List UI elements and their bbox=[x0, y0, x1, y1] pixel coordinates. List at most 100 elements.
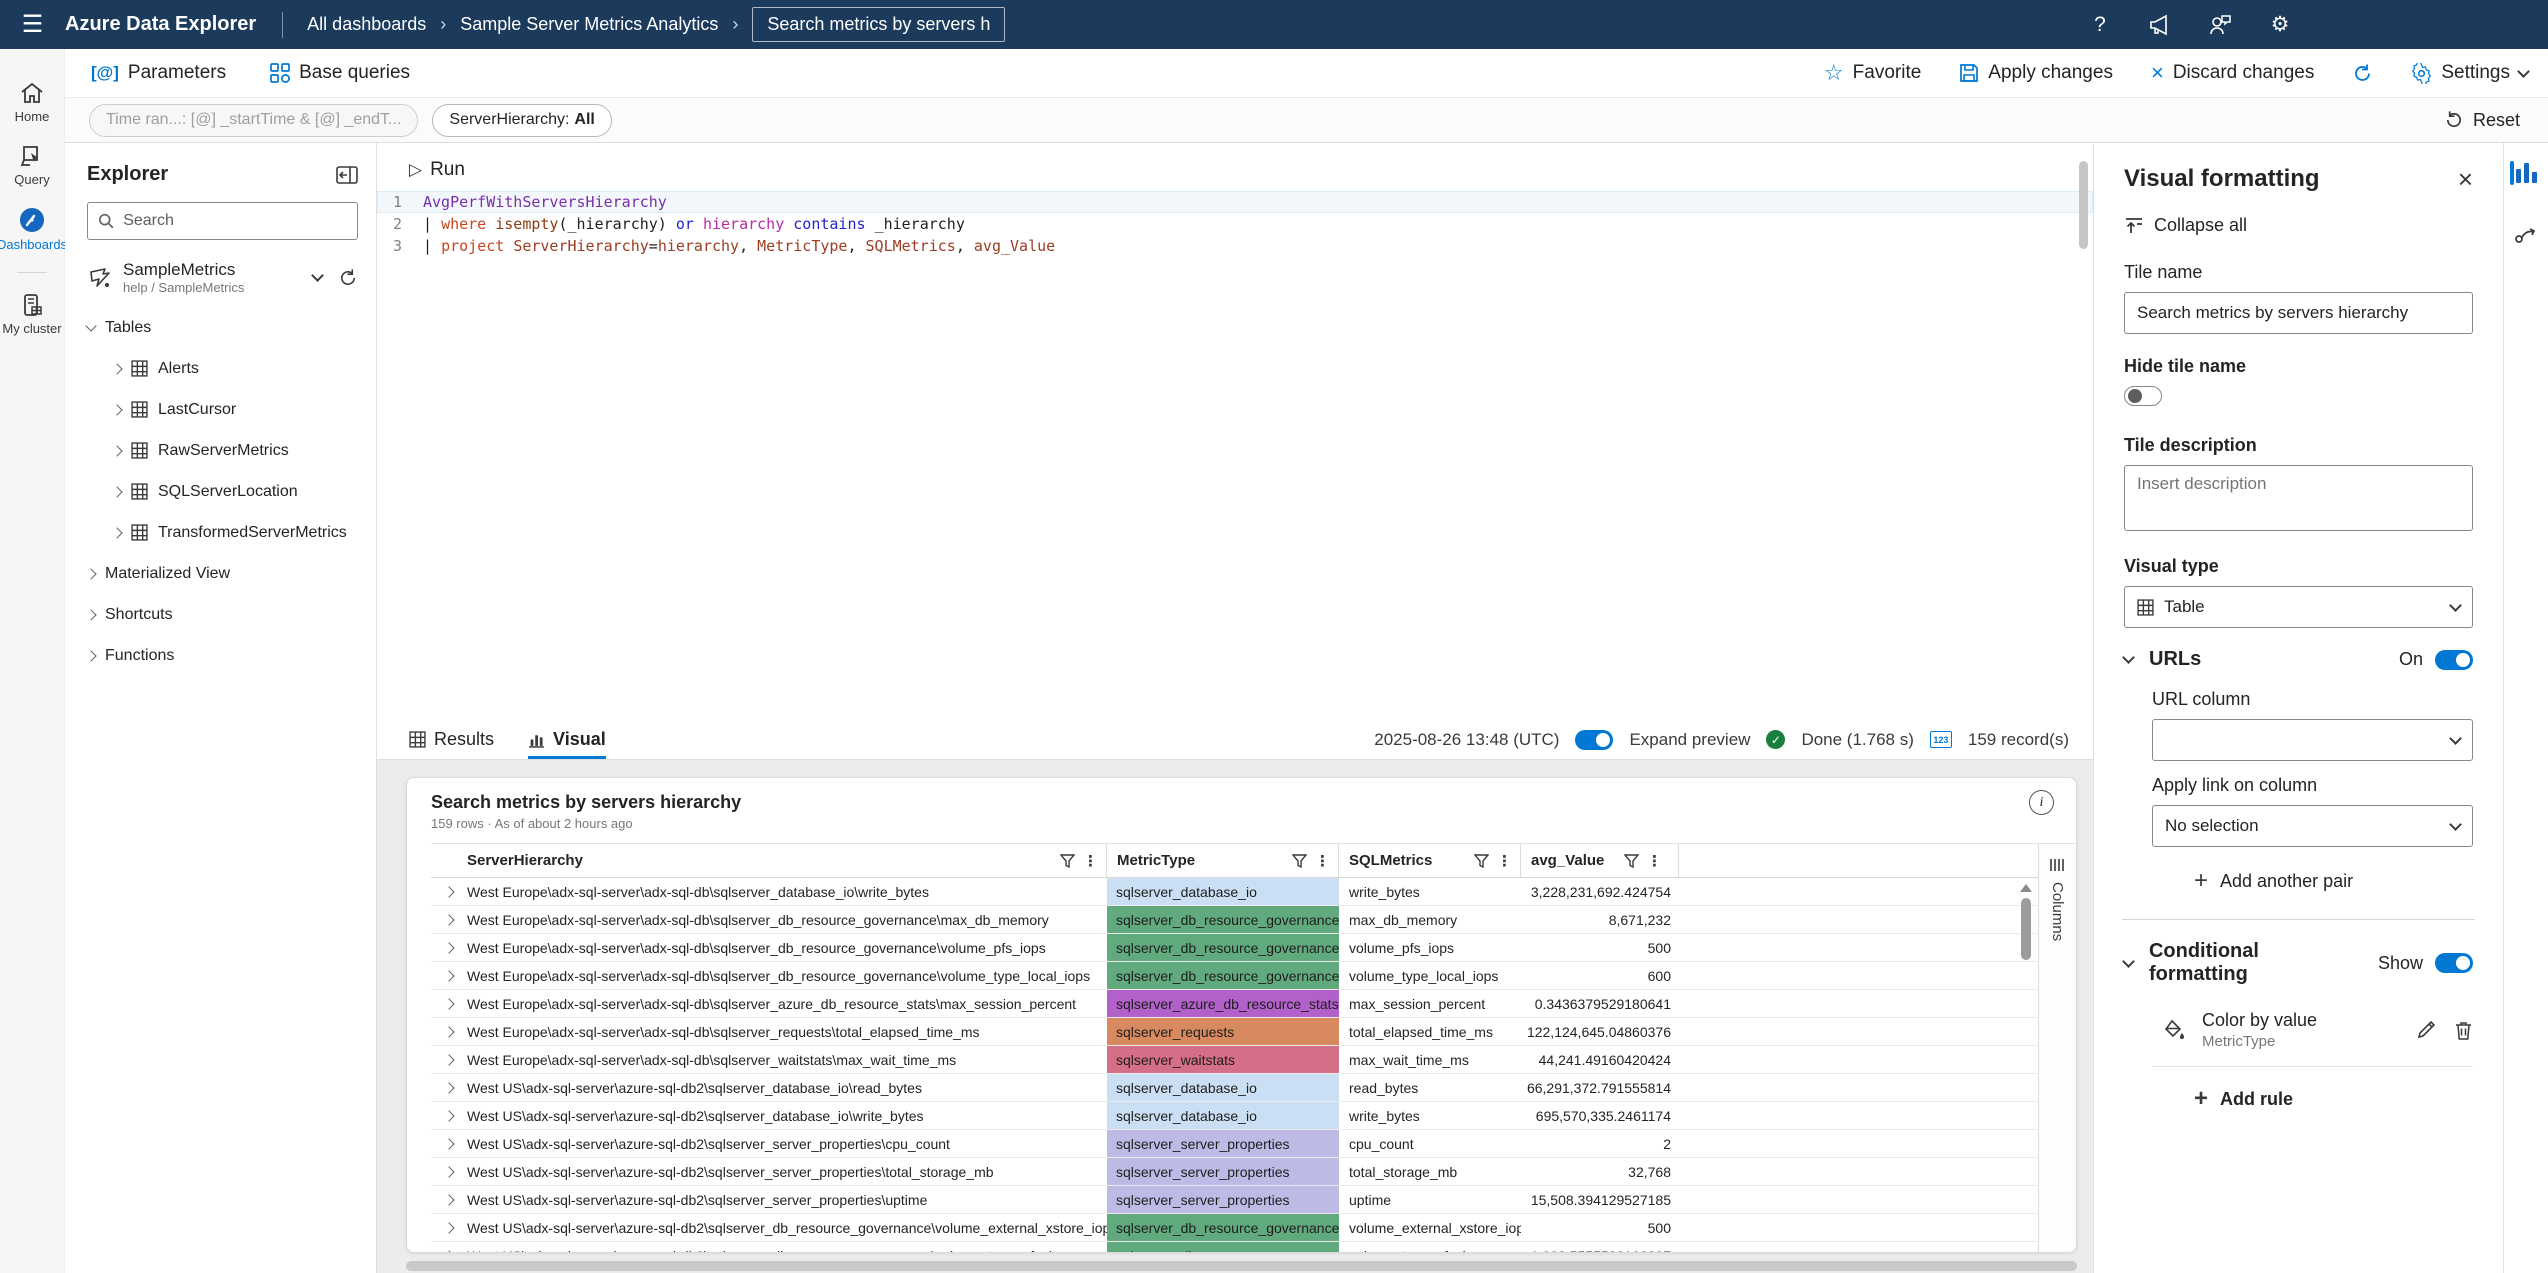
conditional-toggle[interactable] bbox=[2435, 953, 2473, 973]
conditional-formatting-header[interactable]: Conditional formatting Show bbox=[2122, 940, 2473, 986]
expand-preview-toggle[interactable] bbox=[1575, 729, 1614, 750]
cluster-row[interactable]: SampleMetrics help / SampleMetrics bbox=[87, 256, 358, 307]
apply-changes-button[interactable]: Apply changes bbox=[1959, 62, 2113, 84]
column-menu-icon[interactable]: ⋮ bbox=[1647, 852, 1662, 870]
urls-toggle[interactable] bbox=[2435, 649, 2473, 670]
explorer-table-item[interactable]: RawServerMetrics bbox=[87, 430, 358, 471]
code-line[interactable]: 1 AvgPerfWithServersHierarchy bbox=[377, 191, 2093, 213]
row-expander-icon[interactable] bbox=[443, 997, 455, 1010]
info-icon[interactable]: i bbox=[2029, 790, 2054, 815]
tree-group-tables[interactable]: Tables bbox=[85, 307, 358, 348]
nav-home[interactable]: Home bbox=[0, 75, 64, 130]
search-input[interactable] bbox=[123, 212, 347, 230]
visual-formatting-tab[interactable] bbox=[2504, 157, 2548, 189]
base-queries-button[interactable]: Base queries bbox=[270, 62, 410, 84]
table-row[interactable]: West Europe\adx-sql-server\adx-sql-db\sq… bbox=[431, 1018, 2038, 1046]
table-row[interactable]: West US\adx-sql-server\azure-sql-db2\sql… bbox=[431, 1214, 2038, 1242]
server-hierarchy-filter-pill[interactable]: ServerHierarchy: All bbox=[432, 103, 612, 137]
parameters-button[interactable]: [@] Parameters bbox=[91, 62, 226, 84]
col-header-serverhierarchy[interactable]: ServerHierarchy ⋮ bbox=[467, 844, 1107, 877]
database-chevron-down-icon[interactable] bbox=[311, 269, 324, 282]
time-range-filter-pill[interactable]: Time ran...: [@] _startTime & [@] _endT.… bbox=[89, 103, 419, 137]
urls-section-header[interactable]: URLs On bbox=[2122, 648, 2473, 671]
table-row[interactable]: West US\adx-sql-server\azure-sql-db2\sql… bbox=[431, 1186, 2038, 1214]
preview-horizontal-scrollbar[interactable] bbox=[406, 1261, 2077, 1271]
column-menu-icon[interactable]: ⋮ bbox=[1083, 852, 1098, 870]
query-editor[interactable]: ▷ Run 1 AvgPerfWithServersHierarchy 2 | whe… bbox=[377, 143, 2093, 720]
edit-pencil-icon[interactable] bbox=[2416, 1020, 2436, 1040]
table-row[interactable]: West US\adx-sql-server\azure-sql-db2\sql… bbox=[431, 1074, 2038, 1102]
interactions-tab[interactable] bbox=[2504, 219, 2548, 251]
row-expander-icon[interactable] bbox=[443, 1025, 455, 1038]
row-expander-icon[interactable] bbox=[443, 1109, 455, 1122]
filter-funnel-icon[interactable] bbox=[1474, 853, 1489, 868]
tab-visual[interactable]: Visual bbox=[528, 720, 606, 759]
add-another-pair-button[interactable]: + Add another pair bbox=[2194, 869, 2473, 893]
table-row[interactable]: West US\adx-sql-server\azure-sql-db2\sql… bbox=[431, 1242, 2038, 1252]
run-button[interactable]: ▷ Run bbox=[377, 153, 2093, 191]
col-header-metrictype[interactable]: MetricType ⋮ bbox=[1107, 844, 1339, 877]
row-expander-icon[interactable] bbox=[443, 969, 455, 982]
tab-results[interactable]: Results bbox=[409, 720, 494, 759]
table-row[interactable]: West US\adx-sql-server\azure-sql-db2\sql… bbox=[431, 1102, 2038, 1130]
row-expander-icon[interactable] bbox=[443, 941, 455, 954]
row-expander-icon[interactable] bbox=[443, 1053, 455, 1066]
table-row[interactable]: West Europe\adx-sql-server\adx-sql-db\sq… bbox=[431, 906, 2038, 934]
explorer-table-item[interactable]: SQLServerLocation bbox=[87, 471, 358, 512]
help-icon[interactable]: ? bbox=[2087, 12, 2113, 38]
explorer-table-item[interactable]: Alerts bbox=[87, 348, 358, 389]
close-panel-icon[interactable]: × bbox=[2458, 166, 2473, 192]
feedback-icon[interactable] bbox=[2207, 12, 2233, 38]
settings-gear-icon[interactable]: ⚙ bbox=[2267, 12, 2293, 38]
scroll-thumb[interactable] bbox=[2021, 898, 2031, 960]
formatting-rule-row[interactable]: Color by value MetricType bbox=[2152, 1004, 2473, 1067]
tile-name-input[interactable] bbox=[2124, 292, 2473, 334]
grid-vertical-scrollbar[interactable] bbox=[2020, 884, 2032, 960]
column-menu-icon[interactable]: ⋮ bbox=[1497, 852, 1512, 870]
col-header-avgvalue[interactable]: avg_Value ⋮ bbox=[1521, 844, 1679, 877]
settings-button[interactable]: Settings bbox=[2411, 62, 2530, 84]
nav-dashboards[interactable]: Dashboards bbox=[0, 201, 67, 258]
filter-funnel-icon[interactable] bbox=[1624, 853, 1639, 868]
explorer-table-item[interactable]: TransformedServerMetrics bbox=[87, 512, 358, 553]
collapse-panel-icon[interactable] bbox=[336, 165, 358, 184]
table-row[interactable]: West Europe\adx-sql-server\adx-sql-db\sq… bbox=[431, 878, 2038, 906]
columns-side-tab[interactable]: Columns bbox=[2038, 844, 2076, 1252]
apply-link-select[interactable]: No selection bbox=[2152, 805, 2473, 847]
add-rule-button[interactable]: + Add rule bbox=[2194, 1087, 2473, 1111]
current-tile-tab[interactable]: Search metrics by servers h bbox=[752, 7, 1006, 42]
explorer-group-item[interactable]: Functions bbox=[85, 635, 358, 676]
table-row[interactable]: West Europe\adx-sql-server\adx-sql-db\sq… bbox=[431, 962, 2038, 990]
explorer-search[interactable] bbox=[87, 202, 358, 240]
filter-funnel-icon[interactable] bbox=[1292, 853, 1307, 868]
code-line[interactable]: 2 | where isempty(_hierarchy) or hierarch… bbox=[377, 213, 2093, 235]
column-menu-icon[interactable]: ⋮ bbox=[1315, 852, 1330, 870]
database-refresh-icon[interactable] bbox=[338, 268, 358, 288]
row-expander-icon[interactable] bbox=[443, 1081, 455, 1094]
discard-changes-button[interactable]: × Discard changes bbox=[2151, 62, 2314, 84]
row-expander-icon[interactable] bbox=[443, 885, 455, 898]
explorer-group-item[interactable]: Shortcuts bbox=[85, 594, 358, 635]
row-expander-icon[interactable] bbox=[443, 913, 455, 926]
delete-trash-icon[interactable] bbox=[2454, 1020, 2473, 1041]
url-column-select[interactable] bbox=[2152, 719, 2473, 761]
row-expander-icon[interactable] bbox=[443, 1137, 455, 1150]
announcements-icon[interactable] bbox=[2147, 12, 2173, 38]
table-row[interactable]: West US\adx-sql-server\azure-sql-db2\sql… bbox=[431, 1158, 2038, 1186]
explorer-table-item[interactable]: LastCursor bbox=[87, 389, 358, 430]
reset-button[interactable]: Reset bbox=[2444, 110, 2520, 131]
nav-my-cluster[interactable]: My cluster bbox=[0, 287, 64, 342]
explorer-group-item[interactable]: Materialized View bbox=[85, 553, 358, 594]
favorite-button[interactable]: ☆ Favorite bbox=[1824, 60, 1921, 86]
scroll-up-arrow[interactable] bbox=[2020, 884, 2032, 892]
row-expander-icon[interactable] bbox=[443, 1193, 455, 1206]
col-header-sqlmetrics[interactable]: SQLMetrics ⋮ bbox=[1339, 844, 1521, 877]
table-row[interactable]: West Europe\adx-sql-server\adx-sql-db\sq… bbox=[431, 1046, 2038, 1074]
refresh-button[interactable] bbox=[2352, 63, 2373, 84]
tile-description-input[interactable] bbox=[2124, 465, 2473, 531]
row-expander-icon[interactable] bbox=[443, 1165, 455, 1178]
row-expander-icon[interactable] bbox=[443, 1249, 455, 1252]
collapse-all-button[interactable]: Collapse all bbox=[2124, 215, 2473, 236]
visual-type-select[interactable]: Table bbox=[2124, 586, 2473, 628]
hide-tile-name-toggle[interactable] bbox=[2124, 386, 2162, 406]
